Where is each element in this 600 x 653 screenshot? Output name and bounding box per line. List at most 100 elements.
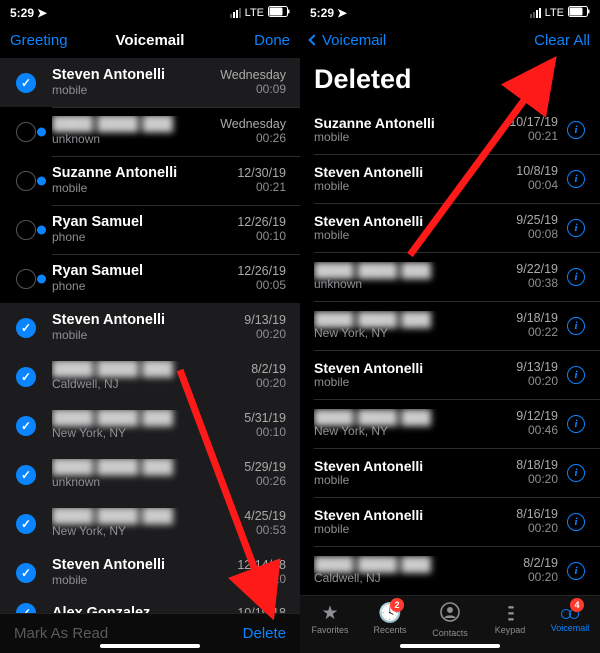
select-checkbox[interactable]: ✓ xyxy=(0,603,52,613)
location-icon: ➤ xyxy=(37,6,47,20)
tab-contacts[interactable]: Contacts xyxy=(420,596,480,643)
call-date: 8/18/19 xyxy=(476,458,558,472)
row-meta: Wednesday00:26 xyxy=(204,117,290,145)
info-button[interactable]: i xyxy=(562,415,590,433)
mark-as-read-button[interactable]: Mark As Read xyxy=(14,625,108,642)
info-button[interactable]: i xyxy=(562,268,590,286)
select-checkbox[interactable] xyxy=(0,269,52,289)
select-checkbox[interactable]: ✓ xyxy=(0,465,52,485)
call-date: 8/16/19 xyxy=(476,507,558,521)
info-button[interactable]: i xyxy=(562,317,590,335)
nav-title: Voicemail xyxy=(90,32,210,49)
voicemail-list[interactable]: ✓Steven AntonellimobileWednesday00:09███… xyxy=(0,58,300,613)
select-checkbox[interactable]: ✓ xyxy=(0,416,52,436)
caller-name: ████ ████ ███ xyxy=(314,311,476,327)
info-button[interactable]: i xyxy=(562,366,590,384)
tab-favorites[interactable]: ★ Favorites xyxy=(300,596,360,643)
deleted-row[interactable]: Suzanne Antonellimobile10/17/1900:21i xyxy=(300,105,600,154)
tab-label: Voicemail xyxy=(551,623,590,633)
info-icon: i xyxy=(567,219,585,237)
home-indicator[interactable] xyxy=(100,644,200,648)
deleted-row[interactable]: ████ ████ ███New York, NY9/12/1900:46i xyxy=(300,399,600,448)
deleted-row[interactable]: Steven Antonellimobile8/16/1900:20i xyxy=(300,497,600,546)
empty-circle-icon xyxy=(16,220,36,240)
call-duration: 00:08 xyxy=(476,228,558,242)
select-checkbox[interactable]: ✓ xyxy=(0,73,52,93)
tab-label: Keypad xyxy=(495,625,526,635)
voicemail-row[interactable]: Suzanne Antonellimobile12/30/1900:21 xyxy=(0,156,300,205)
voicemail-row[interactable]: ✓████ ████ ███unknown5/29/1900:26 xyxy=(0,450,300,499)
select-checkbox[interactable]: ✓ xyxy=(0,514,52,534)
voicemail-row[interactable]: ✓Steven AntonellimobileWednesday00:09 xyxy=(0,58,300,107)
checkmark-icon: ✓ xyxy=(16,603,36,613)
select-checkbox[interactable]: ✓ xyxy=(0,563,52,583)
voicemail-edit-screen: 5:29 ➤ LTE Greeting Voicemail Done ✓Stev… xyxy=(0,0,300,653)
call-date: 10/17/19 xyxy=(476,115,558,129)
status-time: 5:29 xyxy=(310,6,334,20)
back-button[interactable]: Voicemail xyxy=(310,32,390,49)
voicemail-row[interactable]: ✓Steven Antonellimobile12/14/1800:20 xyxy=(0,548,300,597)
voicemail-row[interactable]: ✓████ ████ ███Caldwell, NJ8/2/1900:20 xyxy=(0,352,300,401)
contact-icon xyxy=(440,602,460,626)
home-indicator[interactable] xyxy=(400,644,500,648)
caller-name: ████ ████ ███ xyxy=(52,116,204,133)
deleted-row[interactable]: Steven Antonellimobile10/8/1900:04i xyxy=(300,154,600,203)
voicemail-row[interactable]: ✓████ ████ ███New York, NY4/25/1900:53 xyxy=(0,499,300,548)
caller-sub: mobile xyxy=(314,474,476,488)
caller-name: Ryan Samuel xyxy=(52,214,204,231)
info-button[interactable]: i xyxy=(562,513,590,531)
caller-name: ████ ████ ███ xyxy=(314,409,476,425)
deleted-row[interactable]: ████ ████ ███unknown9/22/1900:38i xyxy=(300,252,600,301)
voicemail-row[interactable]: ████ ████ ███unknownWednesday00:26 xyxy=(0,107,300,156)
info-button[interactable]: i xyxy=(562,562,590,580)
call-duration: 00:26 xyxy=(204,132,286,146)
tab-keypad[interactable]: ●●●●●●●●● Keypad xyxy=(480,596,540,643)
network-label: LTE xyxy=(545,7,564,19)
row-meta: 8/16/1900:20 xyxy=(476,507,562,535)
info-button[interactable]: i xyxy=(562,464,590,482)
voicemail-row[interactable]: Ryan Samuelphone12/26/1900:10 xyxy=(0,205,300,254)
caller-name: Alex Gonzalez xyxy=(52,605,204,613)
tab-voicemail[interactable]: Voicemail 4 xyxy=(540,596,600,643)
select-checkbox[interactable] xyxy=(0,171,52,191)
clear-all-button[interactable]: Clear All xyxy=(510,32,590,49)
row-meta: 5/31/1900:10 xyxy=(204,411,290,439)
call-duration: 00:20 xyxy=(204,328,286,342)
delete-button[interactable]: Delete xyxy=(243,625,286,642)
info-button[interactable]: i xyxy=(562,170,590,188)
call-duration: 00:21 xyxy=(476,130,558,144)
caller-sub: phone xyxy=(52,280,204,294)
row-main: Steven Antonellimobile xyxy=(314,458,476,488)
voicemail-row[interactable]: ✓████ ████ ███New York, NY5/31/1900:10 xyxy=(0,401,300,450)
voicemail-row[interactable]: ✓Steven Antonellimobile9/13/1900:20 xyxy=(0,303,300,352)
voicemail-row[interactable]: ✓Alex Gonzalez10/19/18 xyxy=(0,597,300,613)
select-checkbox[interactable]: ✓ xyxy=(0,318,52,338)
deleted-row[interactable]: Steven Antonellimobile8/18/1900:20i xyxy=(300,448,600,497)
row-meta: 12/26/1900:05 xyxy=(204,264,290,292)
greeting-button[interactable]: Greeting xyxy=(10,32,90,49)
deleted-row[interactable]: ████ ████ ███Caldwell, NJ8/2/1900:20i xyxy=(300,546,600,595)
done-button[interactable]: Done xyxy=(210,32,290,49)
voicemail-row[interactable]: Ryan Samuelphone12/26/1900:05 xyxy=(0,254,300,303)
info-button[interactable]: i xyxy=(562,121,590,139)
call-duration: 00:53 xyxy=(204,524,286,538)
tab-recents[interactable]: 🕓 Recents 2 xyxy=(360,596,420,643)
select-checkbox[interactable]: ✓ xyxy=(0,367,52,387)
network-label: LTE xyxy=(245,7,264,19)
info-button[interactable]: i xyxy=(562,219,590,237)
select-checkbox[interactable] xyxy=(0,122,52,142)
row-meta: 4/25/1900:53 xyxy=(204,509,290,537)
deleted-row[interactable]: ████ ████ ███New York, NY9/18/1900:22i xyxy=(300,301,600,350)
checkmark-icon: ✓ xyxy=(16,563,36,583)
deleted-row[interactable]: Steven Antonellimobile9/25/1900:08i xyxy=(300,203,600,252)
select-checkbox[interactable] xyxy=(0,220,52,240)
call-date: 9/12/19 xyxy=(476,409,558,423)
call-duration: 00:20 xyxy=(476,375,558,389)
caller-sub: mobile xyxy=(52,182,204,196)
call-duration: 00:22 xyxy=(476,326,558,340)
info-icon: i xyxy=(567,170,585,188)
deleted-row[interactable]: Steven Antonellimobile9/13/1900:20i xyxy=(300,350,600,399)
call-duration: 00:20 xyxy=(204,377,286,391)
caller-sub: New York, NY xyxy=(314,327,476,341)
deleted-list[interactable]: Suzanne Antonellimobile10/17/1900:21iSte… xyxy=(300,105,600,595)
